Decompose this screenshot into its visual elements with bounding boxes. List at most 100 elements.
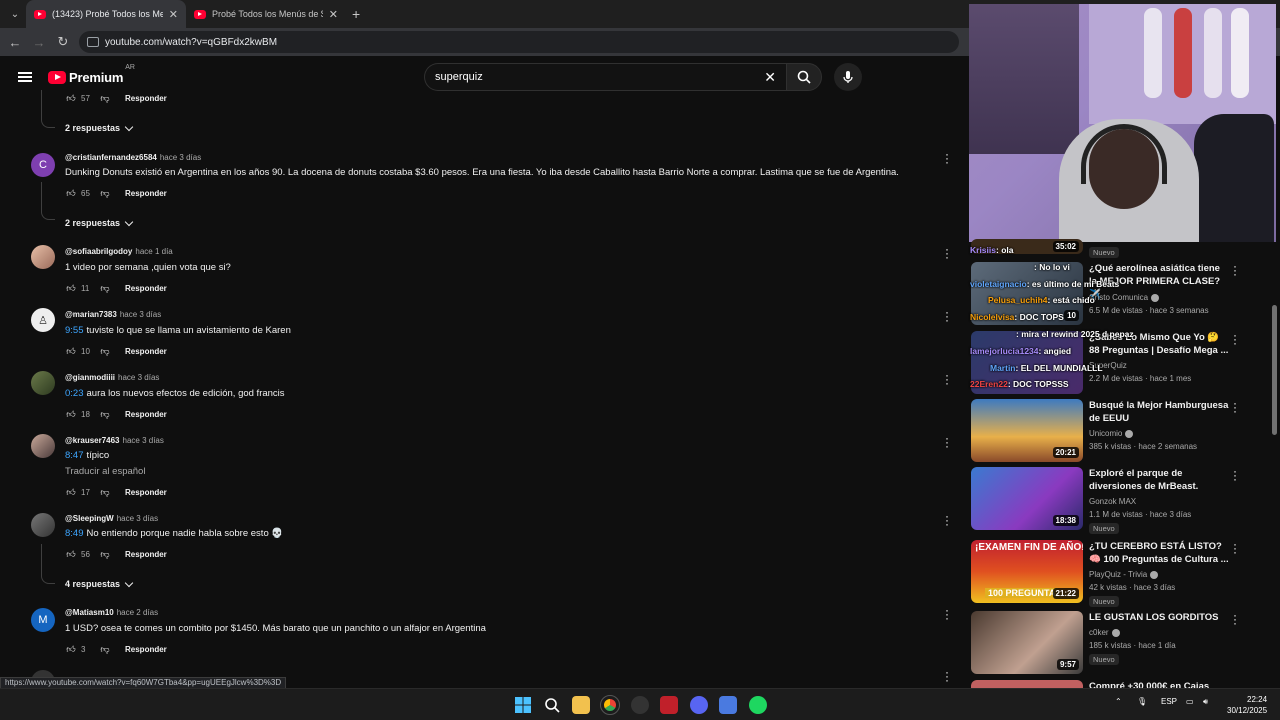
timestamp-link[interactable]: 9:55 <box>65 325 84 336</box>
recommended-video[interactable]: Compré +30 000€ en Cajas <box>971 680 1241 688</box>
more-options-icon[interactable]: · · · <box>1233 538 1237 558</box>
timestamp-link[interactable]: 8:49 <box>65 528 84 539</box>
like-icon[interactable]: 👍︎ <box>65 346 77 357</box>
language-indicator[interactable]: ESP <box>1161 697 1177 706</box>
like-icon[interactable]: 👍︎ <box>65 283 77 294</box>
recommended-video[interactable]: ¡EXAMEN FIN DE AÑO! 100 PREGUNTA 21:22 ¿… <box>971 538 1241 607</box>
comment-time[interactable]: hace 3 días <box>118 373 159 382</box>
avatar[interactable]: ♙ <box>31 308 55 332</box>
video-thumbnail[interactable]: 9:57 <box>971 611 1083 674</box>
more-options-icon[interactable]: · · · <box>1233 609 1237 629</box>
dislike-icon[interactable]: 👎︎ <box>99 487 111 498</box>
dislike-icon[interactable]: 👎︎ <box>99 346 111 357</box>
more-options-icon[interactable]: · · · <box>944 432 950 452</box>
tab-search-dropdown-icon[interactable]: ⌄ <box>4 3 26 25</box>
more-options-icon[interactable]: · · · <box>944 604 950 624</box>
chrome-icon[interactable] <box>600 695 620 715</box>
like-icon[interactable]: 👍︎ <box>65 487 77 498</box>
forward-icon[interactable]: → <box>27 35 51 50</box>
more-options-icon[interactable]: · · · <box>944 306 950 326</box>
avatar[interactable]: M <box>31 608 55 632</box>
dislike-icon[interactable]: 👎︎ <box>99 283 111 294</box>
comment-time[interactable]: hace 3 días <box>160 153 201 162</box>
channel-name[interactable]: PlayQuiz - Trivia <box>1089 570 1159 579</box>
comment-author[interactable]: @Matiasm10 <box>65 608 114 617</box>
view-replies-button[interactable]: 4 respuestas <box>65 578 134 589</box>
more-options-icon[interactable]: · · · <box>944 243 950 263</box>
comment-author[interactable]: @cristianfernandez6584 <box>65 153 157 162</box>
search-input[interactable]: superquiz ✕ <box>424 63 786 91</box>
reply-button[interactable]: Responder <box>125 645 167 654</box>
view-replies-button[interactable]: 2 respuestas <box>65 217 134 228</box>
avatar[interactable] <box>31 513 55 537</box>
timestamp-link[interactable]: 8:47 <box>65 450 84 461</box>
close-tab-icon[interactable]: ✕ <box>329 8 338 21</box>
video-thumbnail[interactable]: 20:21 <box>971 399 1083 462</box>
reply-button[interactable]: Responder <box>125 550 167 559</box>
dislike-icon[interactable]: 👎︎ <box>99 549 111 560</box>
video-thumbnail[interactable] <box>971 680 1083 688</box>
more-options-icon[interactable]: · · · <box>944 510 950 530</box>
more-options-icon[interactable]: · · · <box>1233 260 1237 280</box>
voice-search-button[interactable] <box>834 63 862 91</box>
avatar[interactable] <box>31 245 55 269</box>
search-button[interactable] <box>786 63 822 91</box>
tab-inactive[interactable]: Probé Todos los Menús de $1 en EEUU ✕ <box>186 0 346 28</box>
reply-button[interactable]: Responder <box>125 347 167 356</box>
app-icon[interactable] <box>631 696 649 714</box>
comment-author[interactable]: @krauser7463 <box>65 436 120 445</box>
app-icon[interactable] <box>719 696 737 714</box>
new-tab-button[interactable]: + <box>352 6 360 22</box>
avatar[interactable] <box>31 434 55 458</box>
comment-time[interactable]: hace 3 días <box>120 310 161 319</box>
app-icon[interactable] <box>660 696 678 714</box>
video-title[interactable]: Exploré el parque de diversiones de MrBe… <box>1089 467 1229 493</box>
recommended-video[interactable]: 20:21 Busqué la Mejor Hamburguesa de EEU… <box>971 397 1241 463</box>
system-clock[interactable]: 22:24 30/12/2025 <box>1227 694 1267 716</box>
spotify-icon[interactable] <box>749 696 767 714</box>
timestamp-link[interactable]: 0:23 <box>65 388 84 399</box>
video-title[interactable]: LE GUSTAN LOS GORDITOS <box>1089 611 1229 624</box>
microphone-icon[interactable]: 🎙︎ <box>1137 697 1147 706</box>
comment-author[interactable]: @gianmodiiii <box>65 373 115 382</box>
menu-icon[interactable] <box>18 72 32 82</box>
windows-start-icon[interactable] <box>514 696 532 714</box>
file-explorer-icon[interactable] <box>572 696 590 714</box>
reload-icon[interactable]: ↻ <box>51 34 75 50</box>
comment-time[interactable]: hace 3 días <box>117 514 158 523</box>
video-title[interactable]: Compré +30 000€ en Cajas <box>1089 680 1229 688</box>
comment-time[interactable]: hace 1 día <box>135 247 172 256</box>
recommended-video[interactable]: 9:57 LE GUSTAN LOS GORDITOS c0ker 185 k … <box>971 609 1241 675</box>
discord-icon[interactable] <box>690 696 708 714</box>
dislike-icon[interactable]: 👎︎ <box>99 644 111 655</box>
close-tab-icon[interactable]: ✕ <box>169 8 178 21</box>
back-icon[interactable]: ← <box>3 35 27 50</box>
more-options-icon[interactable]: · · · <box>1233 397 1237 417</box>
channel-name[interactable]: c0ker <box>1089 628 1120 637</box>
like-icon[interactable]: 👍︎ <box>65 188 77 199</box>
translate-link[interactable]: Traducir al español <box>65 466 145 477</box>
like-icon[interactable]: 👍︎ <box>65 409 77 420</box>
youtube-logo[interactable]: Premium AR <box>48 64 135 85</box>
more-options-icon[interactable]: · · · <box>1233 465 1237 485</box>
reply-button[interactable]: Responder <box>125 189 167 198</box>
channel-name[interactable]: Cristo Comunica <box>1089 293 1160 302</box>
more-options-icon[interactable]: · · · <box>944 148 950 168</box>
like-icon[interactable]: 👍︎ <box>65 644 77 655</box>
reply-button[interactable]: Responder <box>125 284 167 293</box>
more-options-icon[interactable]: · · · <box>1233 329 1237 349</box>
recommended-video[interactable]: 18:38 Exploré el parque de diversiones d… <box>971 465 1241 534</box>
url-field[interactable]: youtube.com/watch?v=qGBFdx2kwBM <box>79 31 959 53</box>
video-title[interactable]: Busqué la Mejor Hamburguesa de EEUU <box>1089 399 1229 425</box>
video-thumbnail[interactable]: 18:38 <box>971 467 1083 530</box>
avatar[interactable] <box>31 371 55 395</box>
dislike-icon[interactable]: 👎︎ <box>99 93 111 104</box>
network-icon[interactable]: ▭ <box>1186 697 1194 706</box>
view-replies-button[interactable]: 2 respuestas <box>65 122 134 133</box>
search-icon[interactable] <box>543 696 561 714</box>
video-thumbnail[interactable]: ¡EXAMEN FIN DE AÑO! 100 PREGUNTA 21:22 <box>971 540 1083 603</box>
dislike-icon[interactable]: 👎︎ <box>99 409 111 420</box>
dislike-icon[interactable]: 👎︎ <box>99 188 111 199</box>
reply-button[interactable]: Responder <box>125 410 167 419</box>
more-options-icon[interactable]: · · · <box>944 369 950 389</box>
